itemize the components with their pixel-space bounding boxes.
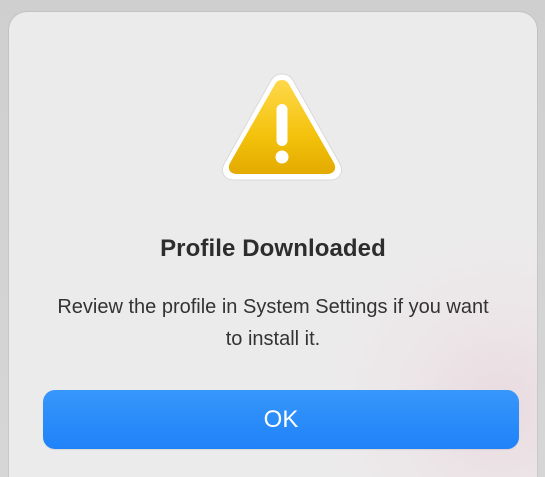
warning-icon [221, 73, 343, 181]
dialog-title: Profile Downloaded [160, 235, 386, 262]
ok-button[interactable]: OK [43, 390, 519, 449]
alert-dialog: Profile Downloaded Review the profile in… [9, 12, 537, 477]
dialog-message: Review the profile in System Settings if… [57, 296, 489, 350]
